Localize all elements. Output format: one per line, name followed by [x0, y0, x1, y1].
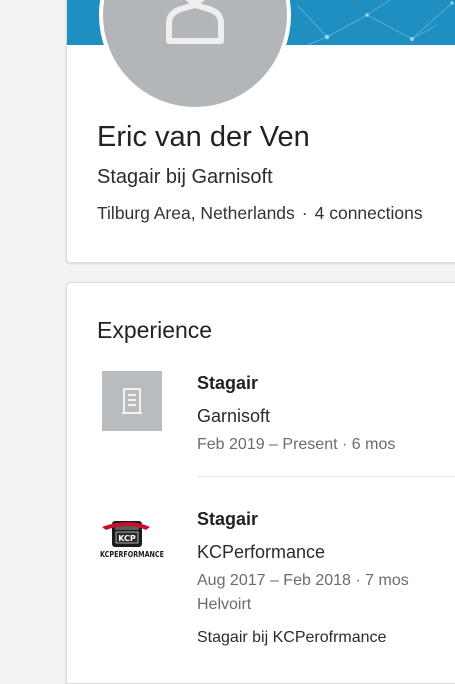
profile-photo-placeholder[interactable]	[99, 0, 291, 111]
position-date-range: Aug 2017 – Feb 2018 · 7 mos	[197, 572, 409, 590]
profile-name: Eric van der Ven	[97, 121, 310, 153]
company-logo-garnisoft[interactable]	[102, 371, 162, 431]
profile-location-row: Tilburg Area, Netherlands · 4 connections	[97, 203, 423, 224]
position-dates: Aug 2017 – Feb 2018	[197, 572, 351, 589]
separator-dot: ·	[342, 436, 348, 453]
building-icon	[122, 388, 142, 414]
experience-divider	[197, 476, 455, 477]
experience-heading: Experience	[97, 317, 213, 343]
position-location: Helvoirt	[197, 596, 252, 613]
separator-dot: ·	[301, 203, 308, 223]
person-icon	[166, 0, 224, 44]
position-company: KCPerformance	[197, 542, 326, 562]
kcperformance-logo: KCP KCPERFORMANCE	[100, 521, 164, 559]
position-company: Garnisoft	[197, 406, 271, 426]
position-duration: 6 mos	[351, 436, 396, 453]
position-date-range: Feb 2019 – Present · 6 mos	[197, 436, 395, 454]
separator-dot: ·	[355, 572, 361, 589]
profile-top-card: Eric van der Ven Stagair bij Garnisoft T…	[66, 0, 455, 263]
position-dates: Feb 2019 – Present	[197, 436, 338, 453]
profile-headline: Stagair bij Garnisoft	[97, 166, 273, 188]
position-description: Stagair bij KCPerofrmance	[197, 629, 387, 646]
position-duration: 7 mos	[365, 572, 409, 589]
kcp-badge-text: KCP	[118, 534, 136, 543]
kcp-wordmark: KCPERFORMANCE	[100, 549, 164, 559]
profile-location: Tilburg Area, Netherlands	[97, 203, 295, 223]
position-title[interactable]: Stagair	[197, 373, 258, 394]
experience-section: Experience Stagair Garnisoft Feb 2019 – …	[66, 282, 455, 684]
position-title[interactable]: Stagair	[197, 509, 258, 530]
connections-link[interactable]: 4 connections	[315, 203, 423, 223]
company-logo-kcperformance[interactable]: KCP KCPERFORMANCE	[98, 515, 166, 561]
